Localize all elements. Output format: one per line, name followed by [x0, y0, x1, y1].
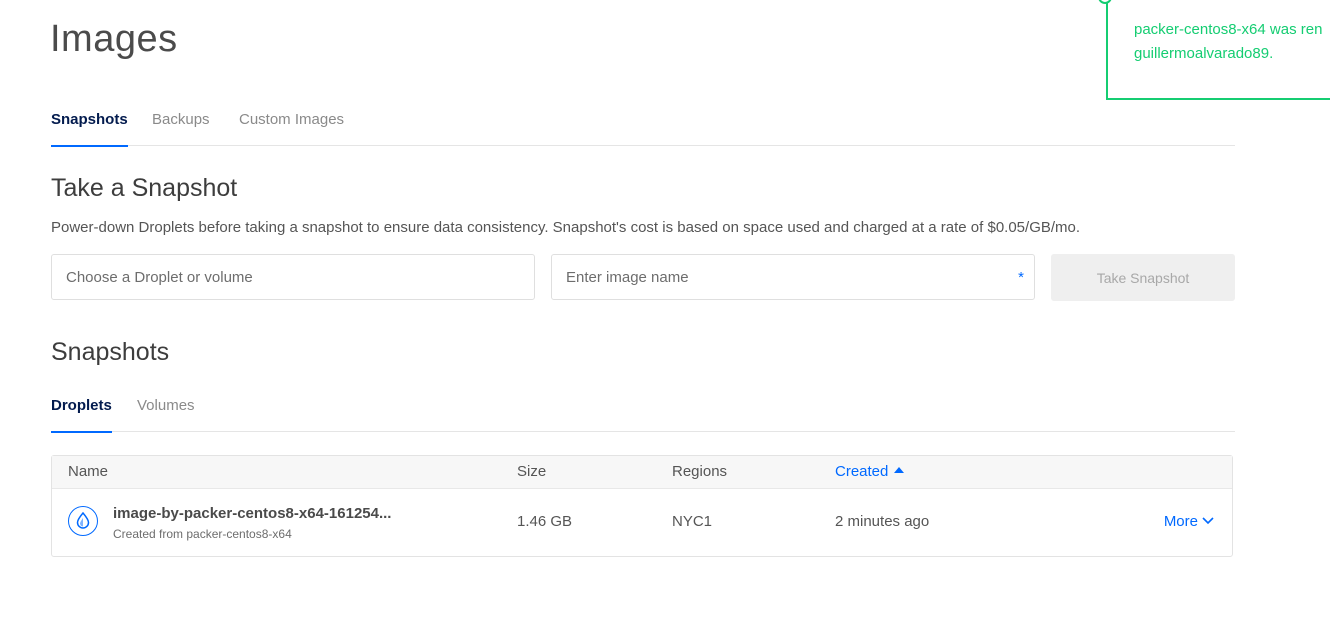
- snapshot-type-tabs: Droplets Volumes: [51, 393, 1235, 433]
- snapshot-regions: NYC1: [672, 513, 713, 530]
- take-snapshot-description: Power-down Droplets before taking a snap…: [51, 219, 1081, 236]
- image-type-tabs: Snapshots Backups Custom Images: [51, 107, 1235, 147]
- toast-line-1: packer-centos8-x64 was ren: [1134, 21, 1323, 38]
- column-size[interactable]: Size: [517, 463, 546, 480]
- sort-ascending-icon: [894, 467, 905, 473]
- tab-backups[interactable]: Backups: [152, 111, 210, 145]
- toast-indicator-icon: [1098, 0, 1112, 4]
- more-label: More: [1163, 513, 1198, 530]
- toast-message: packer-centos8-x64 was ren guillermoalva…: [1134, 18, 1330, 66]
- chevron-down-icon: [1202, 517, 1214, 525]
- take-snapshot-button[interactable]: Take Snapshot: [1051, 254, 1235, 301]
- notification-toast: packer-centos8-x64 was ren guillermoalva…: [1098, 0, 1330, 100]
- snapshot-name[interactable]: image-by-packer-centos8-x64-161254...: [113, 505, 391, 522]
- more-actions-button[interactable]: More: [1164, 513, 1214, 530]
- toast-line-2: guillermoalvarado89.: [1134, 45, 1274, 62]
- snapshot-source: Created from packer-centos8-x64: [113, 527, 292, 541]
- required-marker: *: [1018, 269, 1024, 286]
- snapshots-heading: Snapshots: [51, 338, 170, 366]
- snapshot-created: 2 minutes ago: [835, 513, 930, 530]
- table-header: Name Size Regions Created: [52, 456, 1232, 489]
- tab-droplets[interactable]: Droplets: [51, 397, 112, 433]
- tab-volumes[interactable]: Volumes: [137, 397, 195, 431]
- column-created-sort[interactable]: Created: [835, 463, 905, 480]
- column-name[interactable]: Name: [68, 463, 108, 480]
- table-row: image-by-packer-centos8-x64-161254... Cr…: [52, 489, 1232, 557]
- tab-custom-images[interactable]: Custom Images: [239, 111, 344, 145]
- tab-snapshots[interactable]: Snapshots: [51, 111, 128, 147]
- page-title: Images: [50, 18, 178, 60]
- column-regions[interactable]: Regions: [672, 463, 727, 480]
- column-created: Created: [835, 463, 889, 480]
- snapshot-size: 1.46 GB: [517, 513, 573, 530]
- snapshots-table: Name Size Regions Created image-by-packe…: [51, 455, 1233, 557]
- image-name-field[interactable]: *: [551, 254, 1035, 300]
- droplet-icon: [68, 506, 98, 536]
- droplet-volume-input[interactable]: [52, 255, 534, 299]
- image-name-input[interactable]: [552, 255, 1034, 299]
- droplet-volume-select[interactable]: [51, 254, 535, 300]
- take-snapshot-heading: Take a Snapshot: [51, 174, 238, 202]
